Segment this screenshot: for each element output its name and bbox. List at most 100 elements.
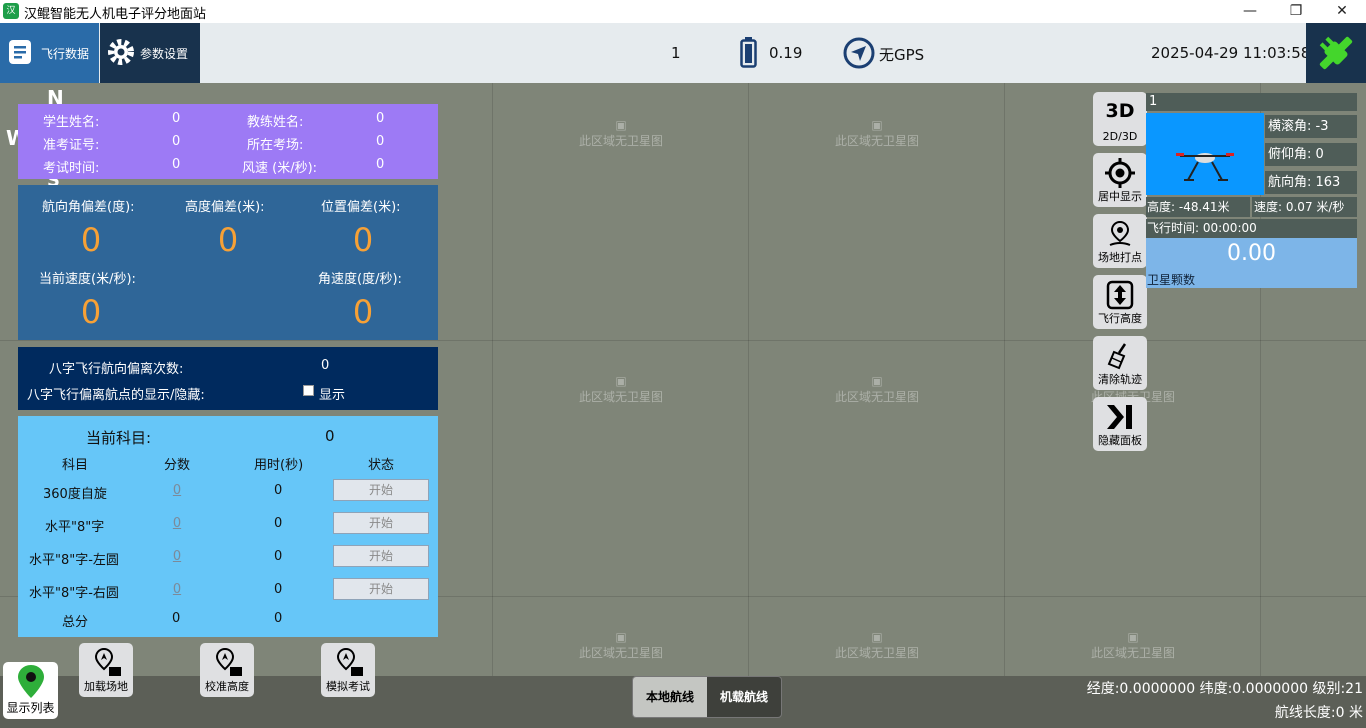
calibrate-altitude-button[interactable]: 校准高度 <box>200 643 254 697</box>
current-speed-value: 0 <box>80 293 102 331</box>
subject-score-link[interactable]: 0 <box>157 516 197 531</box>
skip-forward-icon <box>1107 405 1132 429</box>
hide-panel-label: 隐藏面板 <box>1098 434 1142 447</box>
heading-deviation-label: 航向角偏差(度): <box>42 200 135 215</box>
show-list-label: 显示列表 <box>6 701 55 715</box>
show-waypoints-label: 显示 <box>319 388 346 403</box>
maximize-button[interactable]: ❐ <box>1273 0 1319 23</box>
exam-subject-panel: 当前科目: 0 科目 分数 用时(秒) 状态 360度自旋 0 0 开始 水平"… <box>18 416 438 637</box>
subject-score-link[interactable]: 0 <box>157 549 197 564</box>
app-icon: 汉 <box>3 3 19 19</box>
map-tile-placeholder: ▣此区域无卫星图 <box>578 374 663 404</box>
subject-score-link[interactable]: 0 <box>157 483 197 498</box>
load-site-label: 加载场地 <box>84 680 128 693</box>
total-time: 0 <box>274 611 283 626</box>
show-list-button[interactable]: 显示列表 <box>3 662 58 719</box>
cert-number-label: 准考证号: <box>43 138 100 153</box>
subject-score-link[interactable]: 0 <box>157 582 197 597</box>
start-button[interactable]: 开始 <box>333 512 429 534</box>
student-name-label: 学生姓名: <box>43 115 100 130</box>
header-subject: 科目 <box>62 458 89 473</box>
connect-button[interactable] <box>1306 23 1366 83</box>
title-bar: 汉 汉鲲智能无人机电子评分地面站 — ❐ ✕ <box>0 0 1366 23</box>
subject-time: 0 <box>274 582 283 597</box>
subject-name: 水平"8"字 <box>45 520 105 535</box>
start-button[interactable]: 开始 <box>333 578 429 600</box>
hide-panel-button[interactable]: 隐藏面板 <box>1093 397 1147 451</box>
satellite-panel: 0.00 卫星颗数 <box>1146 238 1357 288</box>
header-time: 用时(秒) <box>254 458 304 473</box>
map-tile-placeholder: ▣此区域无卫星图 <box>578 630 663 660</box>
map-tile-placeholder: ▣此区域无卫星图 <box>834 374 919 404</box>
altitude-arrows-icon <box>1106 280 1134 310</box>
satellite-count-value: 0.00 <box>1227 241 1276 266</box>
eight-waypoint-toggle-label: 八字飞行偏离航点的显示/隐藏: <box>27 388 205 403</box>
map-tile-placeholder: ▣此区域无卫星图 <box>1090 630 1175 660</box>
location-pin-icon <box>1109 220 1131 246</box>
deviation-panel: 航向角偏差(度): 0 高度偏差(米): 0 位置偏差(米): 0 当前速度(米… <box>18 185 438 340</box>
drone-3d-view <box>1146 113 1264 195</box>
plug-connected-icon <box>1319 36 1353 70</box>
student-name-value: 0 <box>172 111 181 126</box>
center-view-button[interactable]: 居中显示 <box>1093 153 1147 207</box>
drone-count: 1 <box>671 44 681 62</box>
route-length: 航线长度:0 米 <box>1274 705 1363 721</box>
flight-altitude-button[interactable]: 飞行高度 <box>1093 275 1147 329</box>
battery-value: 0.19 <box>769 44 803 62</box>
pitch-angle: 俯仰角: 0 <box>1265 143 1357 166</box>
total-label: 总分 <box>62 615 89 630</box>
subject-time: 0 <box>274 516 283 531</box>
top-bar: 飞行数据 参数设置 1 0.19 无GPS 2025-04-29 11:03:5… <box>0 23 1366 83</box>
drone-icon <box>1176 153 1234 181</box>
minimize-button[interactable]: — <box>1227 0 1273 23</box>
clear-track-button[interactable]: 清除轨迹 <box>1093 336 1147 390</box>
exam-site-label: 所在考场: <box>247 138 304 153</box>
simulate-exam-button[interactable]: 模拟考试 <box>321 643 375 697</box>
site-mark-label: 场地打点 <box>1098 251 1142 264</box>
exam-time-label: 考试时间: <box>43 161 100 176</box>
toggle-2d-3d-button[interactable]: 3D 2D/3D <box>1093 92 1147 146</box>
start-button[interactable]: 开始 <box>333 545 429 567</box>
height-deviation-value: 0 <box>217 221 239 259</box>
green-pin-icon <box>18 665 44 698</box>
header-status: 状态 <box>368 458 395 473</box>
onboard-route-button[interactable]: 机载航线 <box>707 677 781 717</box>
current-subject-label: 当前科目: <box>86 429 152 447</box>
crosshair-icon <box>1105 158 1135 188</box>
tab-parameter-settings[interactable]: 参数设置 <box>100 23 200 83</box>
navigation-icon <box>843 37 875 69</box>
date-time: 2025-04-29 11:03:58 <box>1151 44 1311 62</box>
clear-track-label: 清除轨迹 <box>1098 373 1142 386</box>
current-subject-value: 0 <box>325 427 335 445</box>
load-site-button[interactable]: 加载场地 <box>79 643 133 697</box>
header-score: 分数 <box>164 458 191 473</box>
coach-name-value: 0 <box>376 111 385 126</box>
map-pin-folder-icon <box>336 647 363 676</box>
toggle-2d-3d-label: 2D/3D <box>1102 130 1138 143</box>
figure-eight-panel: 八字飞行航向偏离次数: 0 八字飞行偏离航点的显示/隐藏: 显示 <box>18 347 438 410</box>
exam-site-value: 0 <box>376 134 385 149</box>
start-button[interactable]: 开始 <box>333 479 429 501</box>
height-deviation-label: 高度偏差(米): <box>185 200 265 215</box>
angular-speed-label: 角速度(度/秒): <box>318 272 402 287</box>
site-mark-button[interactable]: 场地打点 <box>1093 214 1147 268</box>
speed-value: 速度: 0.07 米/秒 <box>1252 197 1357 217</box>
yaw-angle: 航向角: 163 <box>1265 171 1357 194</box>
subject-name: 360度自旋 <box>43 487 107 502</box>
satellite-count-label: 卫星颗数 <box>1147 273 1196 287</box>
position-deviation-value: 0 <box>352 221 374 259</box>
gps-status: 无GPS <box>879 46 925 64</box>
total-score: 0 <box>172 611 181 626</box>
drone-id: 1 <box>1146 93 1357 111</box>
calibrate-altitude-label: 校准高度 <box>205 680 249 693</box>
tab-flight-data[interactable]: 飞行数据 <box>0 23 99 83</box>
angular-speed-value: 0 <box>352 293 374 331</box>
wind-speed-value: 0 <box>376 157 385 172</box>
exam-time-value: 0 <box>172 157 181 172</box>
close-button[interactable]: ✕ <box>1319 0 1365 23</box>
position-deviation-label: 位置偏差(米): <box>321 200 401 215</box>
map-tile-placeholder: ▣此区域无卫星图 <box>578 118 663 148</box>
local-route-button[interactable]: 本地航线 <box>633 677 707 717</box>
show-waypoints-checkbox[interactable] <box>303 385 314 396</box>
window-title: 汉鲲智能无人机电子评分地面站 <box>24 7 207 22</box>
